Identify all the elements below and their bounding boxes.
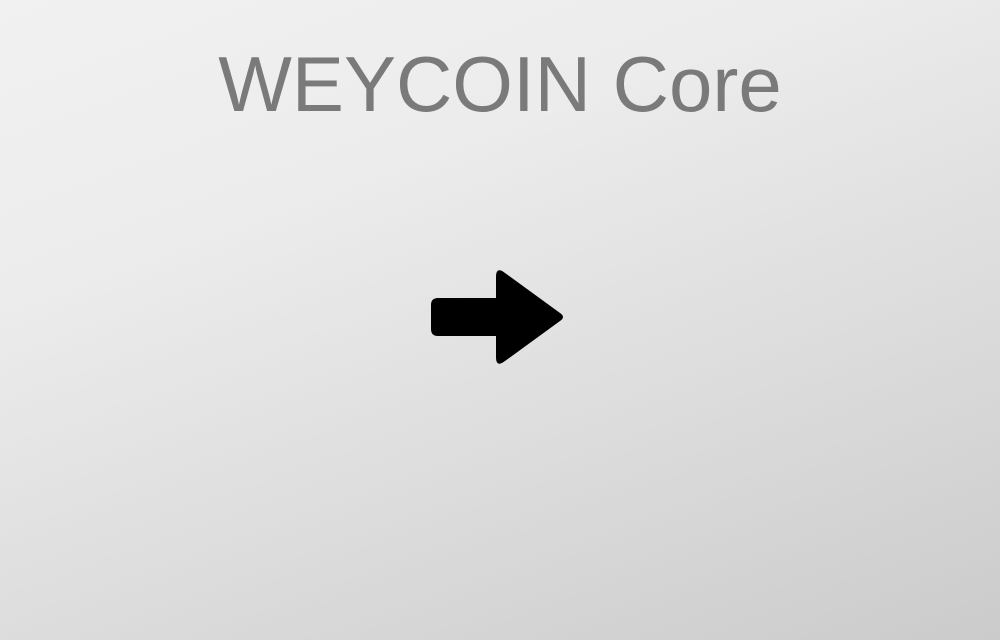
arrow-right-icon (424, 262, 570, 372)
app-title: WEYCOIN Core (218, 40, 782, 128)
continue-button[interactable] (424, 262, 570, 372)
